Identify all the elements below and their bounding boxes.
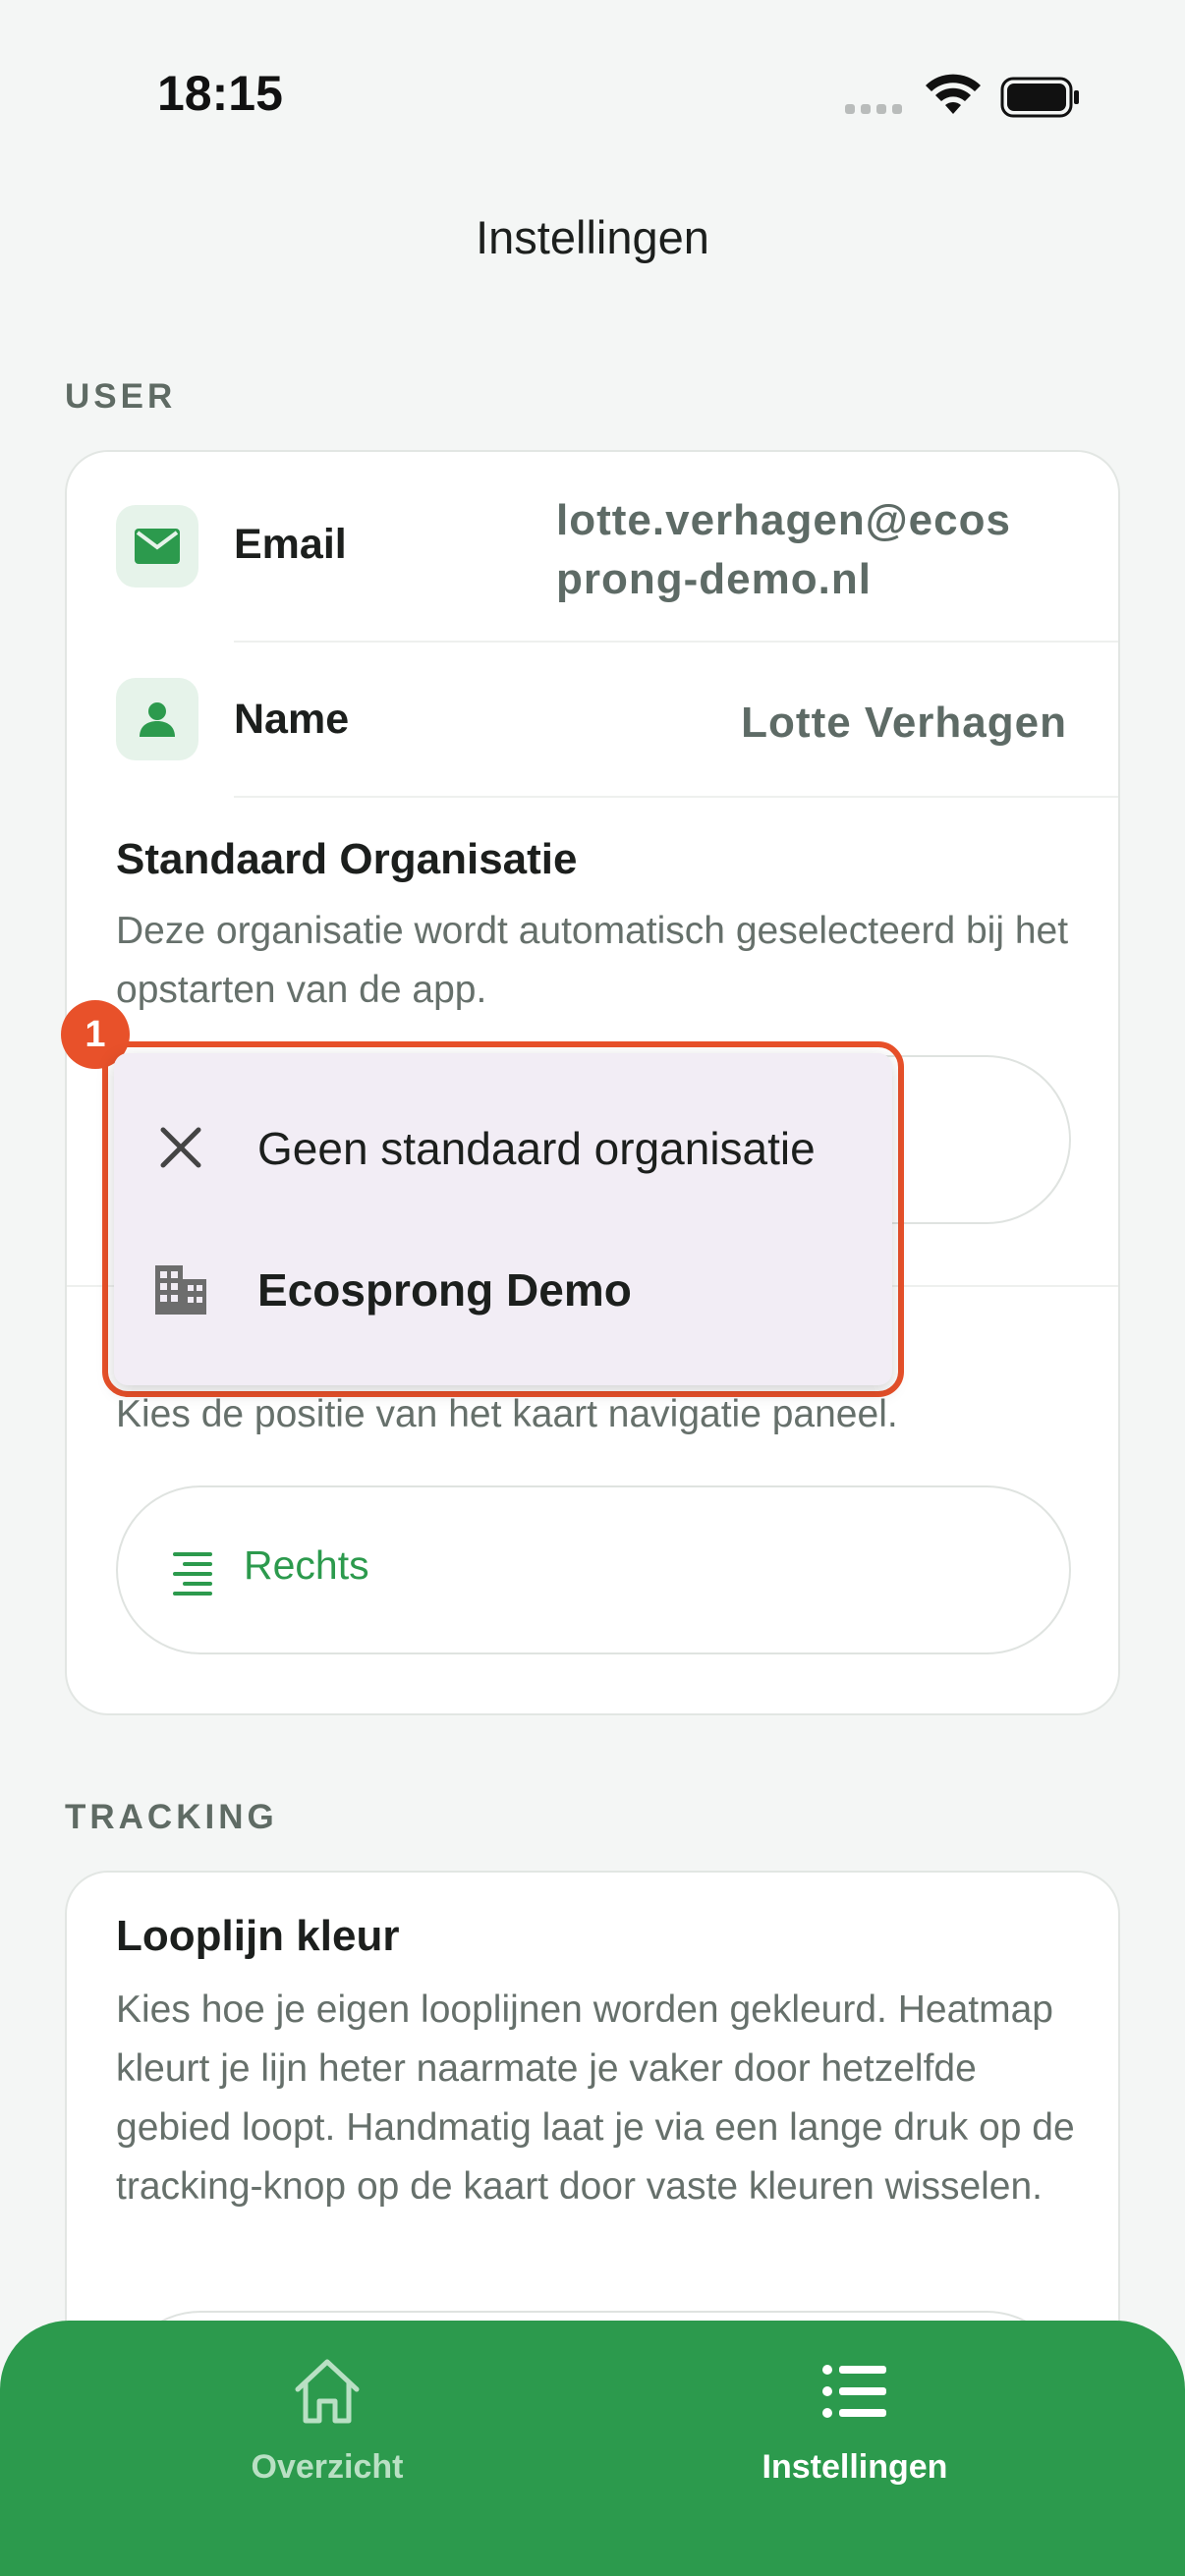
- email-label: Email: [234, 521, 347, 568]
- name-label: Name: [234, 696, 350, 743]
- default-org-title: Standaard Organisatie: [116, 835, 578, 883]
- battery-icon: [1000, 77, 1079, 118]
- default-org-description: Deze organisatie wordt automatisch gesel…: [116, 910, 1069, 1011]
- map-panel-select[interactable]: Rechts: [116, 1485, 1071, 1654]
- status-time: 18:15: [157, 66, 283, 121]
- email-value: lotte.verhagen@ecos prong-demo.nl: [556, 491, 1067, 609]
- map-panel-selected: Rechts: [244, 1542, 369, 1588]
- email-value-line2: prong-demo.nl: [556, 555, 872, 603]
- person-icon: [116, 678, 198, 760]
- tab-overzicht[interactable]: Overzicht: [131, 2321, 524, 2576]
- menu-item-label: Ecosprong Demo: [257, 1264, 632, 1316]
- align-right-icon: [173, 1552, 212, 1596]
- page-title: Instellingen: [476, 211, 709, 263]
- wifi-icon: [926, 74, 981, 114]
- list-icon: [822, 2365, 886, 2418]
- section-label-user: USER: [65, 377, 177, 416]
- tab-label: Instellingen: [762, 2448, 948, 2486]
- menu-item-label: Geen standaard organisatie: [257, 1123, 816, 1174]
- email-row: Email lotte.verhagen@ecos prong-demo.nl: [67, 452, 1118, 639]
- bottom-tab-bar: Overzicht Instellingen: [0, 2321, 1185, 2576]
- email-value-line1: lotte.verhagen@ecos: [556, 496, 1011, 544]
- mail-icon: [116, 505, 198, 588]
- menu-item-no-default[interactable]: Geen standaard organisatie: [114, 1077, 892, 1214]
- section-label-tracking: TRACKING: [65, 1798, 278, 1836]
- menu-item-ecosprong-demo[interactable]: Ecosprong Demo: [114, 1218, 892, 1356]
- tab-label: Overzicht: [251, 2448, 404, 2486]
- divider: [234, 796, 1118, 798]
- name-row: Name Lotte Verhagen: [67, 643, 1118, 800]
- walk-line-description: Kies hoe je eigen looplijnen worden gekl…: [116, 1988, 1075, 2208]
- home-icon: [295, 2359, 360, 2424]
- tab-instellingen[interactable]: Instellingen: [658, 2321, 1051, 2576]
- name-value: Lotte Verhagen: [741, 699, 1067, 747]
- walk-line-title: Looplijn kleur: [116, 1912, 400, 1960]
- status-icons: [845, 74, 1079, 118]
- building-icon: [155, 1265, 206, 1315]
- signal-icon: [845, 104, 902, 114]
- org-dropdown-menu: Geen standaard organisatie Ecosprong Dem…: [114, 1053, 892, 1385]
- close-icon: [160, 1127, 201, 1168]
